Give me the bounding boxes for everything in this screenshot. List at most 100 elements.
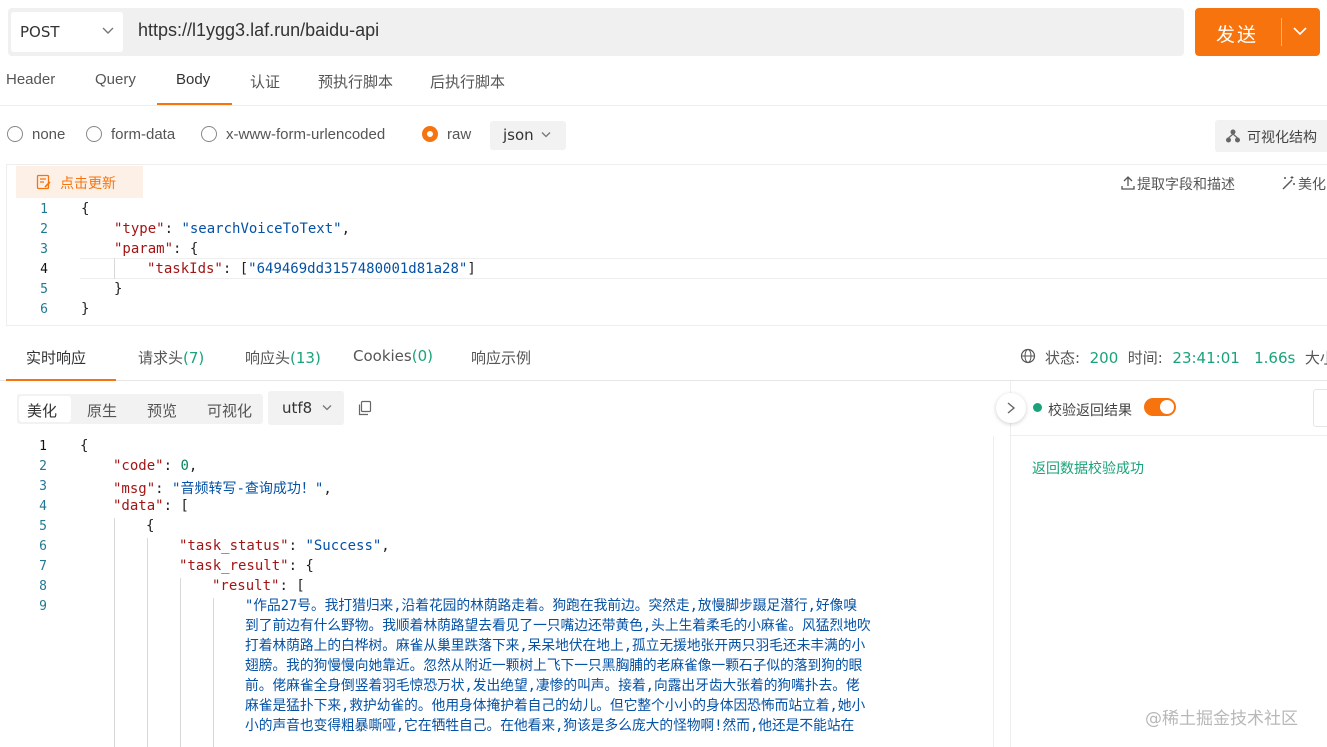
method-select[interactable]: POST <box>11 12 123 52</box>
indent-guide <box>213 598 214 747</box>
chevron-down-icon <box>102 27 114 34</box>
line-number: 7 <box>39 559 47 574</box>
magic-wand-icon <box>1282 176 1295 190</box>
radio-form-data-label: form-data <box>111 126 176 143</box>
active-response-tab-indicator <box>6 379 116 381</box>
code-line: "task_result": { <box>179 558 314 574</box>
json-key: "code" <box>113 458 164 474</box>
indent-guide <box>147 538 148 747</box>
radio-none-label: none <box>32 126 66 143</box>
line-number: 1 <box>40 202 48 217</box>
beautify-button[interactable]: 美化 <box>1298 174 1326 194</box>
tab-label: 响应头 <box>245 349 291 367</box>
mode-preview[interactable]: 预览 <box>147 400 177 421</box>
panel-separator <box>1011 435 1327 436</box>
radio-raw[interactable] <box>422 126 438 142</box>
indent-guide <box>114 518 115 747</box>
result-line: 翅膀。我的狗慢慢向她靠近。忽然从附近一颗树上飞下一只黑胸脯的老麻雀像一颗石子似的… <box>245 658 863 674</box>
code-line: "type": "searchVoiceToText", <box>114 221 351 237</box>
code-line: "data": [ <box>113 498 189 514</box>
encoding-select[interactable]: utf8 <box>268 391 344 425</box>
tab-body[interactable]: Body <box>176 71 210 88</box>
json-key: "type" <box>114 221 165 237</box>
toggle-knob <box>1160 400 1174 414</box>
radio-urlencoded[interactable] <box>201 126 217 142</box>
copy-icon[interactable] <box>357 400 373 416</box>
response-tabs-divider <box>0 380 1327 381</box>
line-number: 6 <box>40 302 48 317</box>
line-number: 3 <box>39 479 47 494</box>
raw-format-label: json <box>503 126 534 144</box>
tab-count: (7) <box>183 349 205 367</box>
radio-raw-label: raw <box>447 126 472 143</box>
time-value: 23:41:01 <box>1172 349 1240 367</box>
line-number: 9 <box>39 599 47 614</box>
response-tab-examples[interactable]: 响应示例 <box>471 347 531 368</box>
size-label: 大小 <box>1304 349 1327 367</box>
structure-icon <box>1226 129 1240 143</box>
tab-count: (13) <box>290 349 321 367</box>
line-number: 2 <box>39 459 47 474</box>
json-value: "音频转写-查询成功！" <box>172 481 324 497</box>
response-view-modes: 美化 原生 预览 可视化 <box>17 394 263 424</box>
line-number: 8 <box>39 579 47 594</box>
active-tab-indicator <box>157 103 232 105</box>
response-tab-request-headers[interactable]: 请求头(7) <box>138 347 204 368</box>
tab-label: 响应示例 <box>471 349 532 367</box>
visualize-structure-button[interactable]: 可视化结构 <box>1215 120 1327 152</box>
json-value: "649469dd3157480001d81a28" <box>248 261 468 277</box>
line-number: 5 <box>40 282 48 297</box>
code-line: "code": 0, <box>113 458 198 474</box>
time-label: 时间: <box>1127 349 1163 367</box>
update-button[interactable]: 点击更新 <box>16 166 143 198</box>
line-number: 2 <box>40 222 48 237</box>
chevron-down-icon[interactable] <box>1292 25 1308 37</box>
extract-fields-button[interactable]: 提取字段和描述 <box>1137 174 1235 194</box>
encoding-label: utf8 <box>282 399 313 417</box>
response-tab-response-headers[interactable]: 响应头(13) <box>245 347 321 368</box>
result-line: "作品27号。我打猎归来,沿着花园的林荫路走着。狗跑在我前边。突然走,放慢脚步蹑… <box>245 598 858 614</box>
mode-raw[interactable]: 原生 <box>87 400 117 421</box>
validation-result: 返回数据校验成功 <box>1032 461 1144 477</box>
status-dot <box>1033 403 1042 412</box>
json-key: "task_status" <box>179 538 289 554</box>
tab-query[interactable]: Query <box>95 71 136 88</box>
send-button[interactable]: 发送 <box>1195 8 1320 56</box>
json-value: "Success" <box>305 538 382 554</box>
result-line: 打着林荫路上的白桦树。麻雀从巢里跌落下来,呆呆地伏在地上,孤立无援地张开两只羽毛… <box>245 638 866 654</box>
radio-none[interactable] <box>7 126 23 142</box>
tab-label: Cookies <box>353 347 412 365</box>
tab-post-script[interactable]: 后执行脚本 <box>430 71 505 92</box>
response-tab-cookies[interactable]: Cookies(0) <box>353 347 433 365</box>
code-brace: { <box>146 518 155 534</box>
panel-action-box[interactable] <box>1313 389 1327 427</box>
validate-toggle[interactable] <box>1144 398 1176 416</box>
radio-form-data[interactable] <box>86 126 102 142</box>
tab-pre-script[interactable]: 预执行脚本 <box>318 71 393 92</box>
json-key: "msg" <box>113 481 156 497</box>
mode-beautify[interactable]: 美化 <box>27 400 57 421</box>
update-label: 点击更新 <box>60 176 116 192</box>
send-divider <box>1281 18 1282 46</box>
status-code: 200 <box>1089 349 1119 367</box>
indent-guide <box>180 578 181 747</box>
code-line: "msg": "音频转写-查询成功！", <box>113 481 332 497</box>
duration-value: 1.66s <box>1254 349 1296 367</box>
response-tab-live[interactable]: 实时响应 <box>26 347 86 368</box>
tab-header[interactable]: Header <box>6 71 55 88</box>
status-label: 状态: <box>1045 349 1081 367</box>
edit-doc-icon <box>36 174 51 190</box>
raw-format-select[interactable]: json <box>490 121 566 150</box>
line-number: 3 <box>40 242 48 257</box>
collapse-panel-button[interactable] <box>996 393 1026 423</box>
chevron-down-icon <box>322 405 332 411</box>
method-label: POST <box>20 23 60 41</box>
tab-auth[interactable]: 认证 <box>250 71 280 92</box>
url-input[interactable]: https://l1ygg3.laf.run/baidu-api <box>138 20 379 41</box>
code-brace: { <box>80 438 89 454</box>
line-number: 4 <box>40 262 48 277</box>
code-line: "task_status": "Success", <box>179 538 390 554</box>
mode-visualize[interactable]: 可视化 <box>207 400 252 421</box>
code-brace: { <box>81 201 90 217</box>
json-key: "task_result" <box>179 558 289 574</box>
